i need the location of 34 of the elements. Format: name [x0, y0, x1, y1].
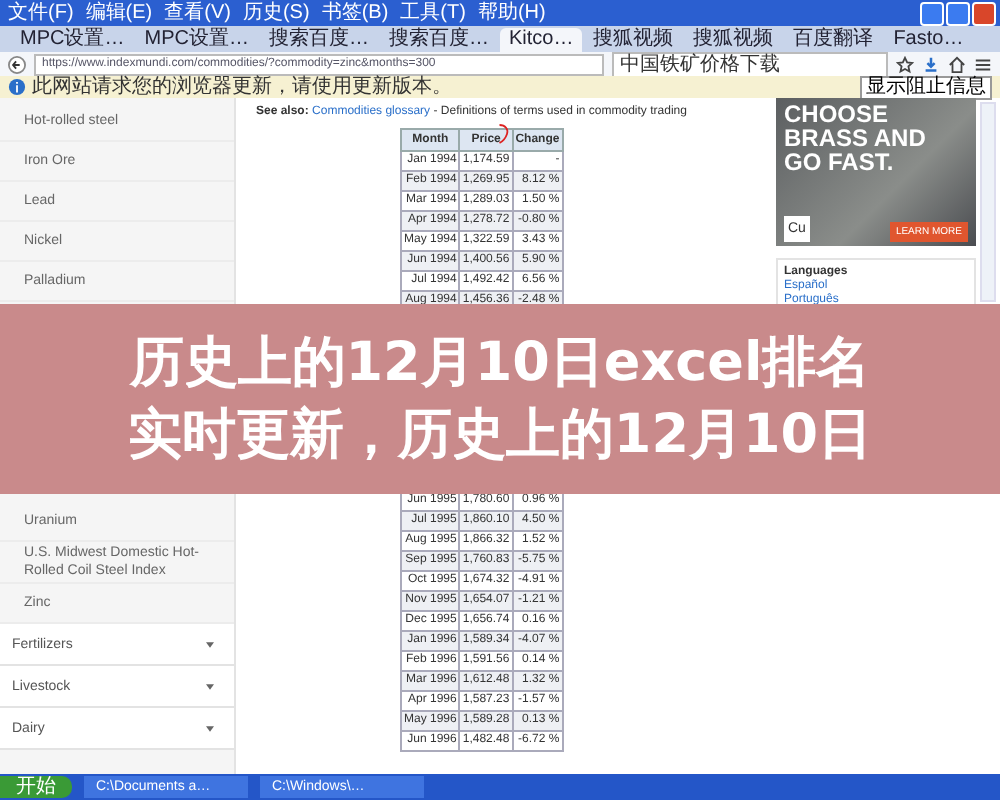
caret-icon[interactable]: [206, 683, 214, 689]
download-icon[interactable]: [922, 55, 940, 73]
notification-text: 此网站请求您的浏览器更新，请使用更新版本。: [32, 76, 452, 98]
banner-title: 历史上的12月10日excel排名: [129, 331, 871, 395]
browser-tab[interactable]: 搜索百度…: [380, 28, 497, 52]
star-icon[interactable]: [896, 55, 914, 73]
caret-icon[interactable]: [206, 725, 214, 731]
menu-item[interactable]: 书签(B): [321, 1, 389, 25]
menu-item[interactable]: 编辑(E): [85, 1, 153, 25]
menu-item[interactable]: 文件(F): [8, 1, 74, 25]
menu-item[interactable]: 工具(T): [400, 1, 466, 25]
browser-tab[interactable]: Fasto…: [885, 28, 972, 52]
pen-stroke-drawing: [498, 122, 510, 146]
back-icon[interactable]: [8, 55, 26, 73]
browser-tab[interactable]: MPC设置…: [12, 28, 133, 52]
browser-tab[interactable]: 搜索百度…: [260, 28, 377, 52]
browser-tab[interactable]: MPC设置…: [136, 28, 257, 52]
home-icon[interactable]: [948, 55, 966, 73]
menu-icon[interactable]: [974, 55, 992, 73]
menu-item[interactable]: 查看(V): [164, 1, 231, 25]
caret-icon[interactable]: [206, 641, 214, 647]
ad-headline: CHOOSE BRASS AND GO FAST.: [784, 102, 928, 174]
show-blocked-button[interactable]: 显示阻止信息: [860, 75, 992, 99]
browser-tab[interactable]: 搜狐视频: [585, 28, 682, 52]
menu-item[interactable]: 历史(S): [242, 1, 310, 25]
browser-tab[interactable]: 百度翻译: [785, 28, 882, 52]
window-controls-drawing[interactable]: [920, 1, 996, 25]
start-button[interactable]: 开始: [0, 776, 72, 798]
scrollbar-drawing[interactable]: [980, 102, 996, 302]
search-field[interactable]: 中国铁矿价格下载: [612, 51, 888, 77]
menu-item[interactable]: 帮助(H): [477, 1, 546, 25]
banner-title: 实时更新，历史上的12月10日: [127, 403, 873, 467]
browser-tab[interactable]: Kitco…: [500, 28, 582, 52]
browser-tab[interactable]: 搜狐视频: [685, 28, 782, 52]
